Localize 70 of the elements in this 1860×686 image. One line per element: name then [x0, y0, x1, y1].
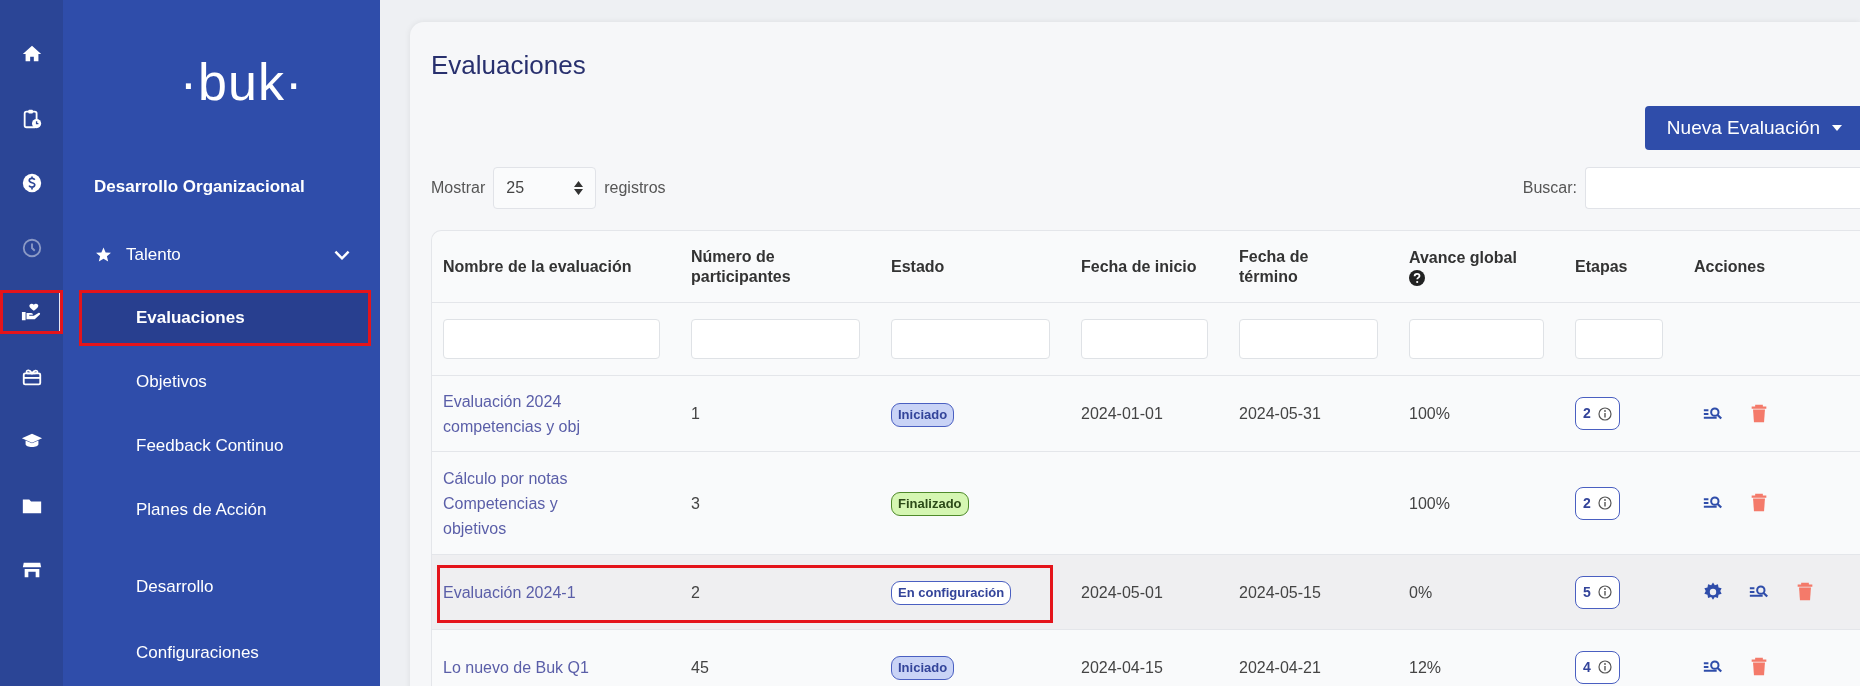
star-icon — [95, 246, 112, 264]
stages-badge[interactable]: 2 — [1575, 397, 1620, 430]
table-cell-text: 100% — [1408, 493, 1451, 514]
caret-icon — [1832, 125, 1842, 131]
sort-arrows-icon — [574, 181, 584, 195]
table-cell-text: 45 — [690, 657, 710, 678]
status-badge: Iniciado — [891, 656, 955, 680]
search-label: Buscar: — [1522, 179, 1577, 197]
sidebar-item[interactable]: Feedback Continuo — [82, 421, 368, 471]
column-header: Avance global — [1409, 247, 1518, 268]
stages-badge[interactable]: 5 — [1575, 575, 1620, 609]
show-label: Mostrar — [431, 179, 486, 197]
info-icon — [1597, 406, 1612, 421]
table-cell-text: 3 — [690, 493, 701, 514]
clock-icon — [20, 236, 43, 259]
column-header: Fecha de inicio — [1081, 256, 1198, 277]
nav-rail-button[interactable] — [0, 290, 63, 334]
evaluation-link[interactable]: Evaluación 2024 competencias y obj — [432, 388, 623, 439]
sidebar-item[interactable]: Desarrollo — [63, 554, 380, 620]
table-cell-text: 1 — [690, 404, 701, 424]
evaluation-link[interactable]: Cálculo por notas Competencias y objetivos — [432, 465, 623, 541]
info-icon — [1597, 660, 1612, 674]
sidebar-item[interactable]: Configuraciones — [63, 620, 380, 686]
table-cell-text: 2 — [690, 582, 701, 603]
records-label: registros — [604, 179, 666, 197]
table-cell: 2024-05-01 — [1081, 583, 1163, 601]
filter-field[interactable] — [1575, 319, 1663, 359]
table-cell: 2024-05-31 — [1239, 405, 1321, 422]
sidebar-group-toggle[interactable]: Talento — [63, 226, 380, 283]
page-size-select[interactable]: 25 — [493, 167, 597, 209]
filter-field[interactable] — [691, 319, 860, 359]
filter-field[interactable] — [1081, 319, 1208, 359]
dollar-coin-icon — [20, 172, 43, 194]
table-cell-text: 12% — [1408, 657, 1443, 678]
column-header: Fecha de término — [1239, 246, 1310, 287]
column-header: Estado — [891, 256, 946, 277]
column-header: Nombre de la evaluación — [443, 256, 633, 277]
table-cell: 2024-05-15 — [1239, 583, 1321, 601]
status-badge: Finalizado — [891, 492, 969, 516]
column-header: Acciones — [1694, 256, 1767, 277]
help-icon[interactable] — [1409, 269, 1425, 286]
search-field[interactable] — [1585, 167, 1860, 209]
table-cell: 2024-04-21 — [1239, 658, 1321, 676]
stages-badge[interactable]: 2 — [1575, 486, 1620, 520]
page-title: Evaluaciones — [431, 50, 587, 82]
new-evaluation-button[interactable]: Nueva Evaluación — [1644, 106, 1860, 150]
table-cell: 2024-01-01 — [1081, 405, 1163, 422]
filter-field[interactable] — [443, 319, 660, 359]
evaluation-link[interactable]: Lo nuevo de Buk Q1 — [432, 654, 623, 680]
column-header: Etapas — [1575, 256, 1629, 277]
table-cell-text: 100% — [1408, 404, 1451, 424]
column-header: Número de participantes — [691, 246, 792, 287]
evaluation-link[interactable]: Evaluación 2024-1 — [432, 579, 623, 605]
filter-field[interactable] — [1239, 319, 1378, 359]
info-icon — [1597, 585, 1612, 599]
table-cell-text: 0% — [1408, 582, 1434, 603]
sidebar-item[interactable]: Evaluaciones — [82, 293, 368, 343]
sidebar-item[interactable]: Planes de Acción — [82, 485, 368, 535]
filter-field[interactable] — [1409, 319, 1544, 359]
info-icon — [1597, 496, 1612, 510]
logo: ·buk· — [178, 52, 305, 113]
status-badge: En configuración — [891, 581, 1012, 605]
hand-heart-icon — [20, 301, 43, 323]
sidebar-item[interactable]: Objetivos — [82, 357, 368, 407]
status-badge: Iniciado — [891, 402, 955, 427]
section-title: Desarrollo Organizacional — [93, 176, 306, 199]
filter-field[interactable] — [891, 319, 1050, 359]
sidebar-group-label: Talento — [126, 244, 182, 265]
table-cell: 2024-04-15 — [1081, 658, 1163, 676]
stages-badge[interactable]: 4 — [1575, 650, 1620, 684]
